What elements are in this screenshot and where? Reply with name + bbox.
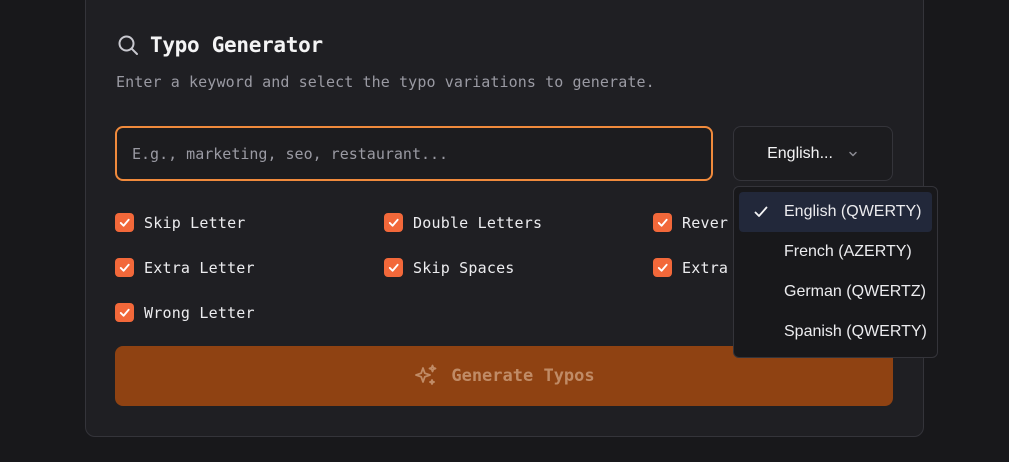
checkbox-extra-letter[interactable]: Extra Letter: [115, 258, 255, 277]
checkbox-checked-icon: [384, 213, 403, 232]
checkbox-checked-icon: [384, 258, 403, 277]
language-option-spanish[interactable]: Spanish (QWERTY): [739, 312, 932, 352]
language-option-german[interactable]: German (QWERTZ): [739, 272, 932, 312]
checkbox-label: Double Letters: [413, 213, 543, 232]
checkbox-checked-icon: [653, 258, 672, 277]
checkbox-label: Skip Spaces: [413, 258, 515, 277]
check-icon: [753, 204, 769, 220]
sparkles-icon: [413, 363, 439, 389]
checkbox-checked-icon: [653, 213, 672, 232]
language-dropdown-menu: English (QWERTY) French (AZERTY) German …: [733, 186, 938, 358]
checkbox-label: Extra: [682, 258, 729, 277]
checkbox-skip-letter[interactable]: Skip Letter: [115, 213, 246, 232]
search-icon: [116, 33, 140, 57]
checkbox-checked-icon: [115, 303, 134, 322]
option-label: German (QWERTZ): [784, 283, 926, 300]
language-select[interactable]: English...: [733, 126, 893, 181]
language-option-french[interactable]: French (AZERTY): [739, 232, 932, 272]
generate-button-label: Generate Typos: [451, 366, 595, 386]
checkbox-label: Rever: [682, 213, 729, 232]
page-title: Typo Generator: [150, 33, 323, 57]
option-label: French (AZERTY): [784, 243, 912, 260]
header: Typo Generator: [116, 33, 323, 57]
checkbox-skip-spaces[interactable]: Skip Spaces: [384, 258, 515, 277]
option-label: English (QWERTY): [784, 203, 922, 220]
chevron-down-icon: [847, 148, 859, 160]
checkbox-wrong-letter[interactable]: Wrong Letter: [115, 303, 255, 322]
keyword-input[interactable]: [115, 126, 713, 181]
checkbox-label: Extra Letter: [144, 258, 255, 277]
page-subtitle: Enter a keyword and select the typo vari…: [116, 73, 655, 91]
checkbox-double-letters[interactable]: Double Letters: [384, 213, 542, 232]
checkbox-extra[interactable]: Extra: [653, 258, 728, 277]
checkbox-reverse[interactable]: Rever: [653, 213, 728, 232]
language-select-value: English...: [767, 144, 833, 162]
checkbox-checked-icon: [115, 258, 134, 277]
option-label: Spanish (QWERTY): [784, 323, 927, 340]
language-option-english[interactable]: English (QWERTY): [739, 192, 932, 232]
checkbox-checked-icon: [115, 213, 134, 232]
checkbox-label: Wrong Letter: [144, 303, 255, 322]
checkbox-label: Skip Letter: [144, 213, 246, 232]
